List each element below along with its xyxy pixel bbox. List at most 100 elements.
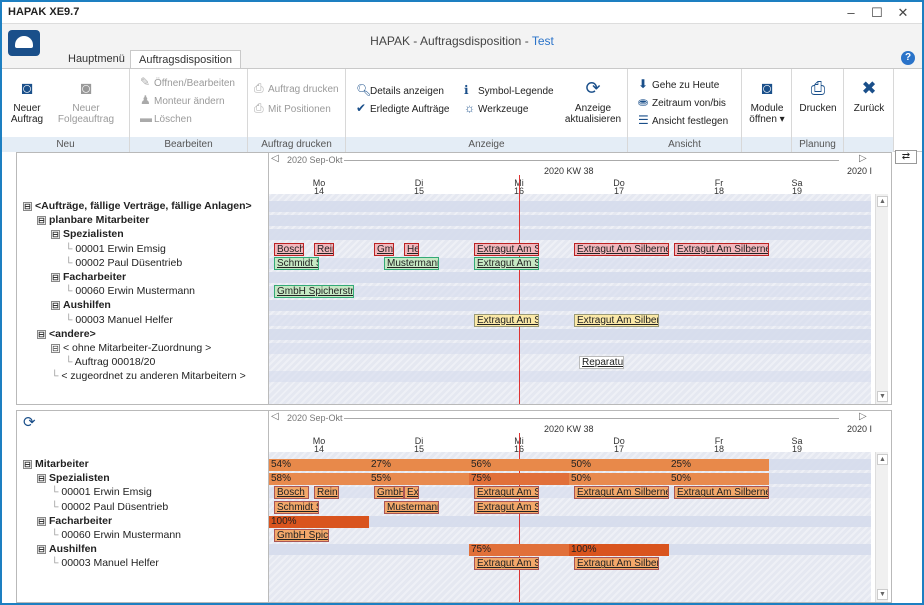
monteur-aendern-button[interactable]: ♟ Monteur ändern (140, 93, 225, 107)
order-bar[interactable]: Extragut Am S (474, 242, 539, 256)
timeline-prev-arrow[interactable]: ◁ (271, 411, 279, 422)
collapse-toggle-icon[interactable]: ⊟ (51, 301, 60, 311)
tree-item[interactable]: └ 00060 Erwin Mustermann (51, 529, 181, 541)
collapse-toggle-icon[interactable]: ⊟ (51, 230, 60, 240)
erledigte-auftraege-button[interactable]: ✔ Erledigte Aufträge (356, 101, 450, 115)
collapse-toggle-icon[interactable]: ⊟ (37, 544, 46, 554)
zeitraum-button[interactable]: ⛂ Zeitraum von/bis (638, 95, 726, 109)
auftrag-drucken-button[interactable]: ⎙ Auftrag drucken (254, 81, 339, 96)
tree-item[interactable]: └ Auftrag 00018/20 (65, 356, 155, 368)
oeffnen-bearbeiten-button[interactable]: ✎ Öffnen/Bearbeiten (140, 75, 235, 89)
werkzeuge-button[interactable]: ☼ Werkzeuge (464, 101, 528, 115)
tree-group[interactable]: ⊟ planbare Mitarbeiter (37, 214, 149, 226)
close-x-icon: ✖ (861, 78, 877, 98)
tree-group[interactable]: ⊟ <andere> (37, 328, 96, 340)
order-bar[interactable]: GmbH (374, 486, 404, 500)
order-bar[interactable]: Extragut Am Silberner (574, 242, 669, 256)
scroll-down-icon[interactable]: ▼ (877, 391, 888, 402)
tree-group[interactable]: ⊟ Aushilfen (37, 543, 97, 555)
order-bar[interactable]: Extragut Am Silben (574, 313, 659, 327)
refresh-icon[interactable]: ⟳ (23, 413, 36, 431)
tree-group[interactable]: ⊟ Facharbeiter (37, 515, 112, 527)
collapse-toggle-icon[interactable]: ⊟ (37, 329, 46, 339)
order-bar[interactable]: Extragut Am Sil (474, 500, 539, 514)
order-bar[interactable]: Extragut Am Sil (474, 486, 539, 500)
neuer-auftrag-button[interactable]: ◙ Neuer Auftrag (6, 77, 48, 125)
order-bar[interactable]: Rein (314, 486, 339, 500)
collapse-toggle-icon[interactable]: ⊟ (51, 343, 60, 353)
dock-toggle-icon[interactable]: ⇄ (895, 150, 917, 164)
collapse-toggle-icon[interactable]: ⊟ (23, 459, 32, 469)
order-bar[interactable]: Ex (404, 486, 419, 500)
collapse-toggle-icon[interactable]: ⊟ (51, 272, 60, 282)
tree-item[interactable]: └ 00001 Erwin Emsig (65, 243, 166, 255)
vertical-scrollbar[interactable]: ▲ ▼ (875, 452, 888, 602)
tree-group[interactable]: ⊟ Mitarbeiter (23, 458, 89, 470)
order-bar[interactable]: Extragut Am Silberne (574, 557, 659, 571)
collapse-toggle-icon[interactable]: ⊟ (23, 201, 32, 211)
timeline-prev-arrow[interactable]: ◁ (271, 153, 279, 164)
timeline-next-arrow[interactable]: ▷ (859, 153, 867, 164)
tree-item[interactable]: └ 00002 Paul Düsentrieb (65, 257, 182, 269)
order-bar[interactable]: Extragut Am S (474, 256, 539, 270)
tree-label: 00001 Erwin Emsig (75, 242, 166, 255)
mit-positionen-button[interactable]: ⎙ Mit Positionen (254, 101, 331, 116)
order-bar[interactable]: Rein (314, 242, 334, 256)
tree-item[interactable]: └ 00001 Erwin Emsig (51, 486, 152, 498)
neuer-folgeauftrag-button[interactable]: ◙ Neuer Folgeauftrag (50, 77, 122, 125)
tree-item[interactable]: └ 00060 Erwin Mustermann (65, 285, 195, 297)
order-bar[interactable]: Extragut Am Silberner (674, 242, 769, 256)
close-button[interactable]: ✕ (892, 4, 914, 22)
timeline-next-arrow[interactable]: ▷ (859, 411, 867, 422)
tree-item[interactable]: └ 00002 Paul Düsentrieb (51, 501, 168, 513)
tree-item[interactable]: └ 00003 Manuel Helfer (65, 314, 173, 326)
tree-group[interactable]: ⊟ <Aufträge, fällige Verträge, fällige An… (23, 200, 252, 212)
order-bar[interactable]: Bosch (274, 242, 304, 256)
order-bar[interactable]: GmbH Spicherstraße (274, 529, 329, 542)
tree-group[interactable]: ⊟ Aushilfen (51, 299, 111, 311)
group-label-neu: Neu (2, 137, 129, 152)
order-bar[interactable]: GmbH Spicherstraße (274, 285, 354, 299)
order-bar[interactable]: Extragut Am Silbernen (674, 486, 769, 500)
order-bar[interactable]: Mustermann (384, 256, 439, 270)
splitter[interactable] (268, 411, 269, 602)
splitter[interactable] (268, 153, 269, 404)
scroll-down-icon[interactable]: ▼ (877, 589, 888, 600)
scroll-up-icon[interactable]: ▲ (877, 196, 888, 207)
details-anzeigen-button[interactable]: 🔍︎Details anzeigen (356, 83, 444, 97)
order-bar[interactable]: Schmidt S (274, 256, 319, 270)
scroll-up-icon[interactable]: ▲ (877, 454, 888, 465)
order-bar[interactable]: GmbH (374, 242, 394, 256)
order-bar[interactable]: Reparatu (579, 356, 624, 370)
collapse-toggle-icon[interactable]: ⊟ (37, 215, 46, 225)
tab-hauptmenue[interactable]: Hauptmenü (60, 50, 133, 68)
zurueck-button[interactable]: ✖ Zurück (846, 77, 892, 114)
tab-auftragsdisposition[interactable]: Auftragsdisposition (130, 50, 241, 68)
help-icon[interactable]: ? (901, 51, 915, 65)
ansicht-festlegen-button[interactable]: ☰ Ansicht festlegen (638, 113, 728, 127)
minimize-button[interactable]: – (840, 4, 862, 22)
order-bar[interactable]: Bosch (274, 486, 309, 500)
loeschen-button[interactable]: ▬ Löschen (140, 111, 192, 125)
drucken-button[interactable]: ⎙ Drucken (794, 77, 842, 114)
vertical-scrollbar[interactable]: ▲ ▼ (875, 194, 888, 404)
anzeige-aktualisieren-button[interactable]: ⟳ Anzeige aktualisieren (562, 77, 624, 125)
tree-item[interactable]: ⊟ < ohne Mitarbeiter-Zuordnung > (51, 342, 211, 354)
gehe-zu-heute-button[interactable]: ⬇ Gehe zu Heute (638, 77, 719, 91)
collapse-toggle-icon[interactable]: ⊟ (37, 516, 46, 526)
symbol-legende-button[interactable]: ℹ Symbol-Legende (464, 83, 554, 97)
tree-group[interactable]: ⊟ Facharbeiter (51, 271, 126, 283)
tree-group[interactable]: ⊟ Spezialisten (51, 228, 124, 240)
order-bar[interactable]: Extragut Am Silbernen (574, 486, 669, 500)
module-oeffnen-button[interactable]: ◙ Module öffnen ▾ (744, 77, 790, 125)
order-bar[interactable]: Mustermann (384, 500, 439, 514)
order-bar[interactable]: He (404, 242, 419, 256)
maximize-button[interactable]: ☐ (866, 4, 888, 22)
order-bar[interactable]: Schmidt S (274, 500, 319, 514)
tree-group[interactable]: ⊟ Spezialisten (37, 472, 110, 484)
tree-item[interactable]: └ 00003 Manuel Helfer (51, 557, 159, 569)
collapse-toggle-icon[interactable]: ⊟ (37, 473, 46, 483)
order-bar[interactable]: Extragut Am S (474, 313, 539, 327)
order-bar[interactable]: Extragut Am Sil (474, 557, 539, 571)
tree-item[interactable]: └ < zugeordnet zu anderen Mitarbeitern > (51, 370, 246, 382)
